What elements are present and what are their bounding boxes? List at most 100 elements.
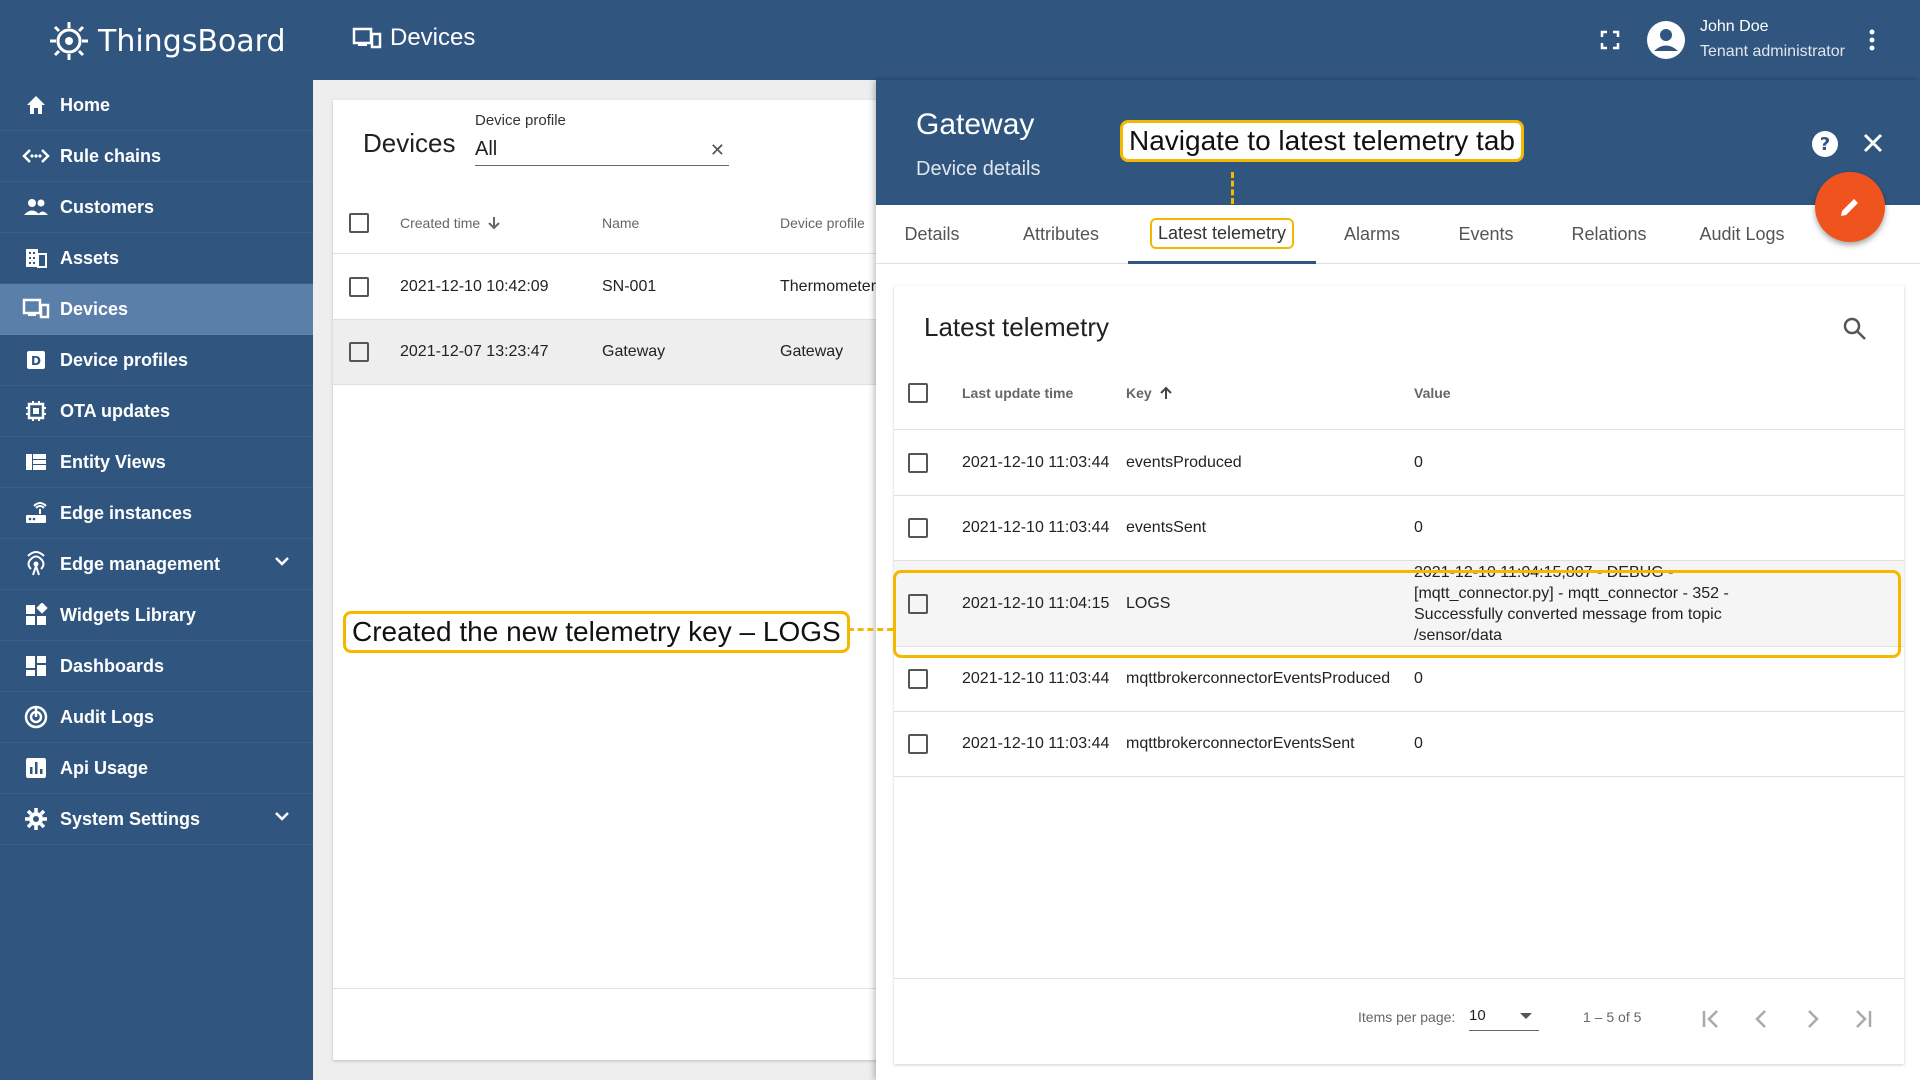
arrow-up-icon	[1159, 386, 1172, 399]
sidebar-item-rule-chains[interactable]: Rule chains	[0, 131, 313, 182]
assets-icon	[22, 244, 50, 272]
sidebar-item-edge-instances[interactable]: Edge instances	[0, 488, 313, 539]
device-name: Gateway	[602, 343, 666, 360]
last-update-time: 2021-12-10 11:03:44	[962, 454, 1110, 471]
sidebar-item-edge-management[interactable]: Edge management	[0, 539, 313, 590]
row-checkbox[interactable]	[908, 518, 928, 538]
column-key[interactable]: Key	[1126, 356, 1174, 429]
top-bar: ThingsBoard Devices John Doe Tenant admi…	[0, 0, 1920, 80]
column-device-profile[interactable]: Device profile	[780, 192, 865, 253]
more-vert-icon[interactable]	[1868, 28, 1876, 52]
last-update-time: 2021-12-10 11:03:44	[962, 519, 1110, 536]
table-row[interactable]: 2021-12-07 13:23:47 Gateway Gateway	[333, 320, 953, 385]
sidebar-item-home[interactable]: Home	[0, 80, 313, 131]
user-name: John Doe	[1700, 18, 1769, 35]
search-icon[interactable]	[1842, 316, 1868, 342]
sidebar-item-dashboards[interactable]: Dashboards	[0, 641, 313, 692]
details-subtitle: Device details	[916, 158, 1041, 180]
tab-relations[interactable]: Relations	[1544, 205, 1674, 264]
column-last-update-time[interactable]: Last update time	[962, 356, 1073, 429]
sidebar-item-label: System Settings	[60, 808, 201, 829]
tab-details[interactable]: Details	[876, 205, 988, 264]
clear-icon[interactable]: ✕	[710, 140, 725, 161]
previous-page-icon[interactable]	[1750, 1007, 1774, 1031]
select-all-checkbox[interactable]	[908, 382, 928, 403]
tab-attributes[interactable]: Attributes	[988, 205, 1134, 264]
table-row[interactable]: 2021-12-10 11:03:44 eventsSent 0	[894, 496, 1904, 561]
arrow-down-icon	[488, 216, 500, 229]
table-header: Created time Name Device profile	[333, 192, 953, 254]
sidebar-item-customers[interactable]: Customers	[0, 182, 313, 233]
column-name[interactable]: Name	[602, 192, 639, 253]
sidebar-item-label: Customers	[60, 196, 155, 217]
chevron-down-icon[interactable]	[273, 552, 291, 570]
callout-new-telemetry-key: Created the new telemetry key – LOGS	[343, 611, 850, 653]
paginator: Items per page: 10 1 – 5 of 5	[894, 978, 1904, 1064]
highlight-logs-row	[893, 570, 1901, 658]
tab-audit-logs[interactable]: Audit Logs	[1674, 205, 1810, 264]
tab-events[interactable]: Events	[1428, 205, 1544, 264]
items-per-page-select[interactable]: 10	[1469, 1007, 1539, 1031]
device-profile-select[interactable]: All ✕	[475, 134, 729, 166]
close-icon[interactable]	[1862, 132, 1884, 154]
range-label: 1 – 5 of 5	[1583, 1009, 1642, 1025]
customers-icon	[22, 193, 50, 221]
sidebar-item-ota-updates[interactable]: OTA updates	[0, 386, 313, 437]
thingsboard-logo-icon	[50, 22, 88, 60]
sidebar-item-label: Audit Logs	[60, 706, 154, 727]
brand[interactable]: ThingsBoard	[44, 16, 286, 66]
list-title: Devices	[363, 128, 456, 158]
brand-name: ThingsBoard	[98, 23, 286, 59]
row-checkbox[interactable]	[908, 453, 928, 473]
column-created-time[interactable]: Created time	[400, 192, 502, 253]
sidebar: Home Rule chains Customers Assets Device…	[0, 80, 313, 1080]
avatar[interactable]	[1646, 20, 1686, 60]
svg-text:?: ?	[1820, 134, 1830, 155]
edge-management-icon	[22, 550, 50, 578]
sidebar-item-widgets-library[interactable]: Widgets Library	[0, 590, 313, 641]
latest-telemetry-card: Latest telemetry Last update time Key Va…	[894, 286, 1904, 1064]
row-checkbox[interactable]	[908, 734, 928, 754]
help-icon[interactable]: ?	[1811, 130, 1839, 158]
telemetry-value: 0	[1414, 735, 1423, 752]
telemetry-title: Latest telemetry	[924, 312, 1109, 342]
last-page-icon[interactable]	[1851, 1007, 1875, 1031]
device-profiles-icon: D	[22, 346, 50, 374]
sidebar-item-entity-views[interactable]: Entity Views	[0, 437, 313, 488]
details-title: Gateway	[916, 108, 1035, 141]
sidebar-item-devices[interactable]: Devices	[0, 284, 313, 335]
sidebar-item-api-usage[interactable]: Api Usage	[0, 743, 313, 794]
column-value[interactable]: Value	[1414, 356, 1451, 429]
device-profile-label: Device profile	[475, 112, 566, 129]
sidebar-item-audit-logs[interactable]: Audit Logs	[0, 692, 313, 743]
sidebar-item-label: Api Usage	[60, 757, 149, 778]
svg-text:D: D	[31, 354, 41, 368]
sidebar-item-system-settings[interactable]: System Settings	[0, 794, 313, 845]
sidebar-item-assets[interactable]: Assets	[0, 233, 313, 284]
telemetry-key: mqttbrokerconnectorEventsSent	[1126, 735, 1355, 752]
table-row[interactable]: 2021-12-10 10:42:09 SN-001 Thermometer	[333, 255, 953, 320]
table-row[interactable]: 2021-12-10 11:03:44 eventsProduced 0	[894, 431, 1904, 496]
sidebar-item-device-profiles[interactable]: D Device profiles	[0, 335, 313, 386]
rule-chains-icon	[22, 142, 50, 170]
details-tabs: Details Attributes Latest telemetry Alar…	[876, 205, 1920, 264]
next-page-icon[interactable]	[1800, 1007, 1824, 1031]
tab-alarms[interactable]: Alarms	[1316, 205, 1428, 264]
fullscreen-icon[interactable]	[1598, 28, 1622, 52]
row-checkbox[interactable]	[349, 342, 369, 362]
home-icon	[22, 91, 50, 119]
select-all-checkbox[interactable]	[349, 212, 369, 233]
first-page-icon[interactable]	[1699, 1007, 1723, 1031]
ota-updates-icon	[22, 397, 50, 425]
chevron-down-icon[interactable]	[273, 807, 291, 825]
telemetry-table-header: Last update time Key Value	[894, 356, 1904, 430]
telemetry-value: 0	[1414, 454, 1423, 471]
row-checkbox[interactable]	[349, 277, 369, 297]
row-checkbox[interactable]	[908, 669, 928, 689]
sidebar-item-label: Devices	[60, 298, 129, 319]
list-footer	[333, 988, 953, 989]
callout-connector	[1231, 172, 1234, 204]
sidebar-item-label: Edge instances	[60, 502, 193, 523]
table-row[interactable]: 2021-12-10 11:03:44 mqttbrokerconnectorE…	[894, 712, 1904, 777]
tab-latest-telemetry[interactable]: Latest telemetry	[1128, 205, 1316, 264]
